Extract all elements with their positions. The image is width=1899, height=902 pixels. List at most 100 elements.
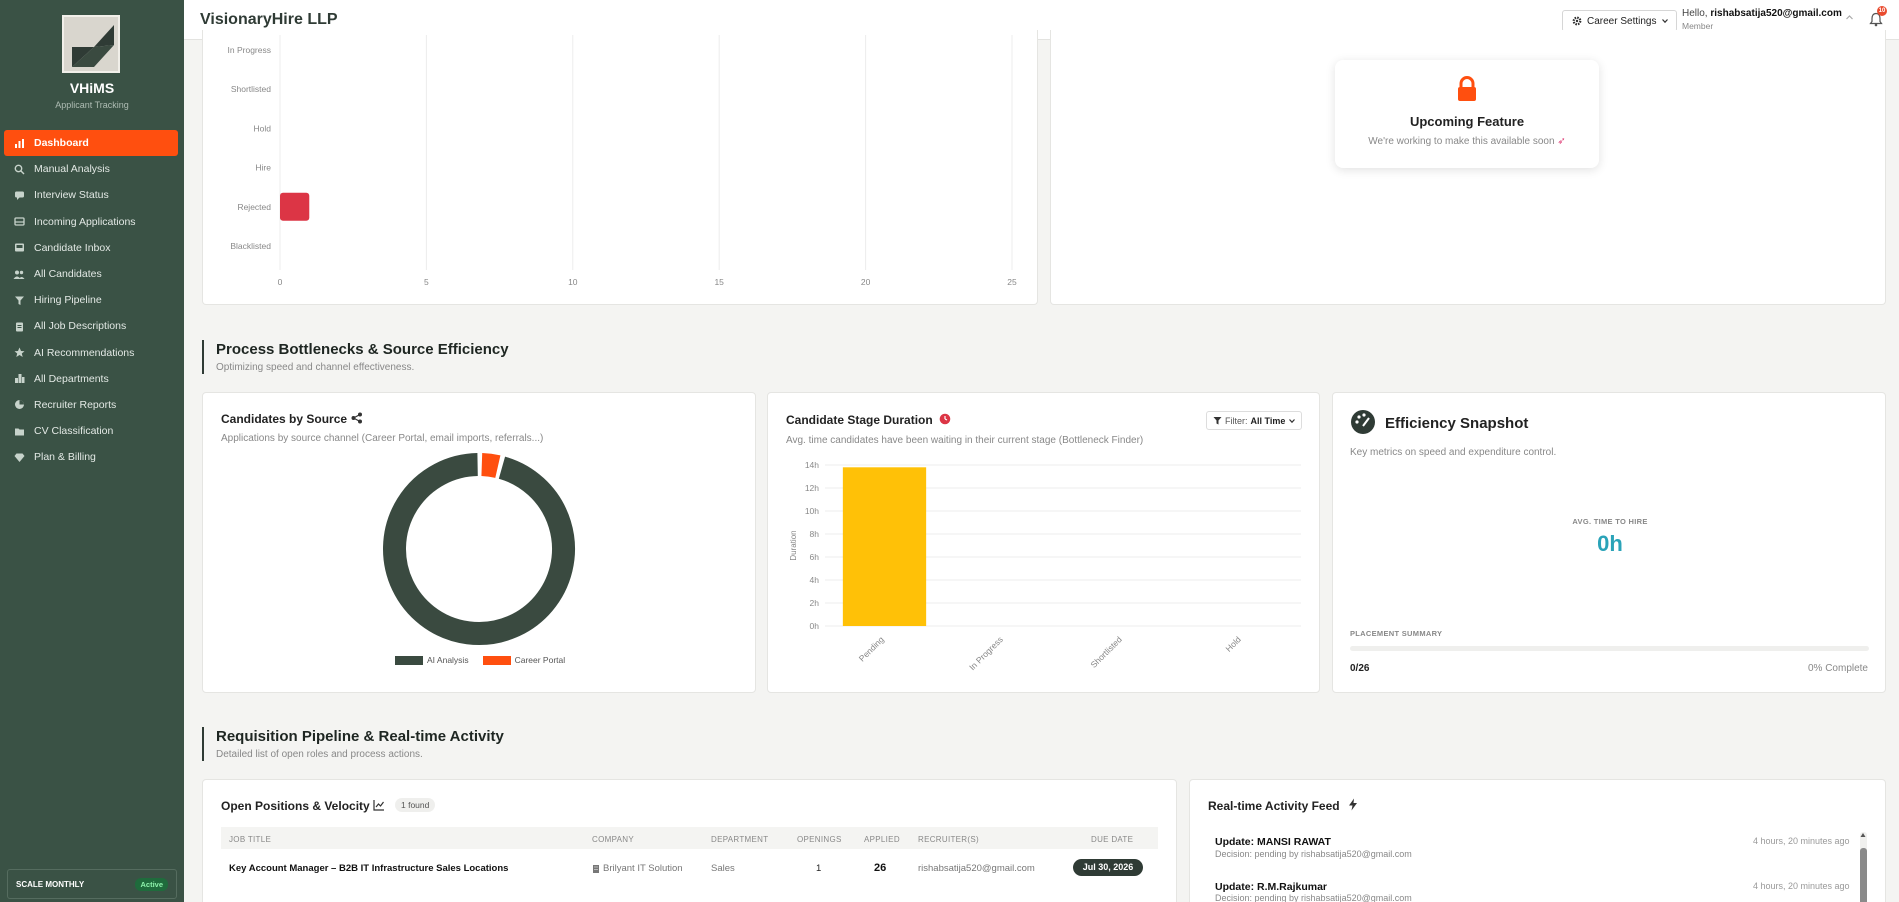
x-tick-label: Shortlisted xyxy=(1088,634,1124,670)
share-icon[interactable] xyxy=(351,412,363,424)
column-header[interactable]: JOB TITLE xyxy=(229,835,271,844)
feed-item-detail: Decision: pending by rishabsatija520@gma… xyxy=(1215,849,1412,859)
sidebar-item-label: All Departments xyxy=(34,372,109,385)
rocket-icon: ➶ xyxy=(1557,136,1566,147)
users-icon xyxy=(13,268,25,280)
column-header[interactable]: APPLIED xyxy=(864,835,900,844)
sidebar-item-all-departments[interactable]: All Departments xyxy=(4,366,178,392)
y-tick-label: Hire xyxy=(255,163,271,173)
sidebar-item-recruiter-reports[interactable]: Recruiter Reports xyxy=(4,392,178,418)
column-header[interactable]: COMPANY xyxy=(592,835,634,844)
source-donut-chart xyxy=(383,453,575,645)
sidebar-item-label: Recruiter Reports xyxy=(34,398,117,411)
column-header[interactable]: OPENINGS xyxy=(797,835,842,844)
sidebar-item-label: Dashboard xyxy=(34,137,89,150)
due-date-badge: Jul 30, 2026 xyxy=(1073,859,1143,876)
inbox-icon xyxy=(13,216,25,228)
lock-icon xyxy=(1458,76,1476,101)
sidebar-item-candidate-inbox[interactable]: Candidate Inbox xyxy=(4,235,178,261)
chat-icon xyxy=(13,189,25,201)
career-settings-label: Career Settings xyxy=(1587,15,1657,27)
sidebar-item-label: Hiring Pipeline xyxy=(34,294,102,307)
section-divider xyxy=(202,727,204,761)
feed-title: Real-time Activity Feed xyxy=(1208,799,1340,813)
y-tick-label: 14h xyxy=(805,460,819,470)
chevron-down-icon xyxy=(1289,418,1296,423)
sidebar-item-all-job-descriptions[interactable]: All Job Descriptions xyxy=(4,313,178,339)
scrollbar-thumb[interactable] xyxy=(1860,848,1867,902)
upcoming-title: Upcoming Feature xyxy=(1409,114,1525,129)
bar xyxy=(280,192,310,221)
donut-slice xyxy=(481,453,501,478)
x-tick-label: 25 xyxy=(1007,277,1017,287)
column-header[interactable]: DUE DATE xyxy=(1091,835,1133,844)
job-title-cell[interactable]: Key Account Manager – B2B IT Infrastruct… xyxy=(229,863,508,874)
y-tick-label: 6h xyxy=(810,552,820,562)
folder-icon xyxy=(13,425,25,437)
openings-cell: 1 xyxy=(816,863,822,874)
applied-cell: 26 xyxy=(874,862,887,874)
column-header[interactable]: RECRUITER(S) xyxy=(918,835,979,844)
avg-time-value: 0h xyxy=(1597,531,1623,556)
sidebar-item-label: CV Classification xyxy=(34,425,114,438)
y-tick-label: 10h xyxy=(805,506,819,516)
sidebar-item-all-candidates[interactable]: All Candidates xyxy=(4,261,178,287)
sidebar-item-dashboard[interactable]: Dashboard xyxy=(4,130,178,157)
duration-bar-chart: 0h 2h 4h 6h 8h 10h 12h 14h Duration Pending In Pro… xyxy=(789,460,1301,672)
x-tick-label: 20 xyxy=(861,277,871,287)
feed-scrollbar[interactable] xyxy=(1860,832,1867,902)
section-subtitle-bottlenecks: Optimizing speed and channel effectivene… xyxy=(216,362,415,373)
placement-summary-label: PLACEMENT SUMMARY xyxy=(1350,629,1443,638)
sidebar-item-label: AI Recommendations xyxy=(34,346,135,359)
upcoming-feature-panel: Upcoming Feature We're working to make t… xyxy=(1335,60,1599,168)
x-tick-label: Pending xyxy=(857,634,886,663)
upcoming-subtitle: We're working to make this available soo… xyxy=(1368,136,1566,147)
sidebar-item-ai-recommendations[interactable]: AI Recommendations xyxy=(4,340,178,366)
sidebar-item-label: All Candidates xyxy=(34,268,102,281)
source-card-subtitle: Applications by source channel (Career P… xyxy=(221,433,544,444)
gem-icon xyxy=(13,451,25,463)
search-icon xyxy=(13,163,25,175)
filter-value: All Time xyxy=(1250,415,1286,426)
column-header[interactable]: DEPARTMENT xyxy=(711,835,768,844)
sidebar: VHiMS Applicant Tracking Dashboard Manua… xyxy=(0,0,184,902)
placement-percent: 0% Complete xyxy=(1807,663,1868,674)
time-filter-dropdown[interactable]: Filter: All Time xyxy=(1206,411,1302,430)
sidebar-item-plan-billing[interactable]: Plan & Billing xyxy=(4,444,178,470)
legend-item: AI Analysis xyxy=(395,655,469,665)
sidebar-item-manual-analysis[interactable]: Manual Analysis xyxy=(4,156,178,182)
department-cell: Sales xyxy=(711,863,735,874)
status-bar-chart: 0 5 10 15 20 25 In Progress Shortlisted Hold Hire… xyxy=(228,35,1017,287)
user-greeting[interactable]: Hello, rishabsatija520@gmail.com xyxy=(1682,8,1842,19)
sidebar-item-label: Incoming Applications xyxy=(34,215,136,228)
feed-item-time: 4 hours, 20 minutes ago xyxy=(1753,836,1850,846)
filter-icon xyxy=(1213,417,1222,425)
sidebar-item-hiring-pipeline[interactable]: Hiring Pipeline xyxy=(4,287,178,313)
chart-icon xyxy=(13,137,25,149)
trend-icon xyxy=(373,800,384,811)
y-axis-label: Duration xyxy=(789,530,798,560)
chevron-down-icon xyxy=(1662,19,1669,24)
career-settings-button[interactable]: Career Settings xyxy=(1562,10,1677,32)
bar xyxy=(842,467,927,626)
sidebar-item-interview-status[interactable]: Interview Status xyxy=(4,182,178,208)
found-count-badge: 1 found xyxy=(395,798,436,812)
chevron-up-icon[interactable] xyxy=(1845,13,1854,25)
sidebar-item-incoming-applications[interactable]: Incoming Applications xyxy=(4,209,178,235)
y-tick-label: 0h xyxy=(810,621,820,631)
sidebar-item-label: All Job Descriptions xyxy=(34,320,127,333)
positions-title: Open Positions & Velocity xyxy=(221,799,370,813)
y-tick-label: Hold xyxy=(254,123,272,133)
building-icon xyxy=(13,373,25,385)
sidebar-item-label: Plan & Billing xyxy=(34,451,96,464)
gauge-icon xyxy=(1351,410,1375,434)
x-tick-label: 10 xyxy=(568,277,578,287)
star-icon xyxy=(13,347,25,359)
filter-icon xyxy=(13,294,25,306)
tray-icon xyxy=(13,242,25,254)
sidebar-item-cv-classification[interactable]: CV Classification xyxy=(4,418,178,444)
brand-subtitle: Applicant Tracking xyxy=(55,100,129,110)
scroll-up-icon[interactable] xyxy=(1860,832,1866,838)
sidebar-nav: Dashboard Manual Analysis Interview Stat… xyxy=(4,130,178,470)
stage-duration-card: Candidate Stage Duration Avg. time candi… xyxy=(767,392,1320,693)
